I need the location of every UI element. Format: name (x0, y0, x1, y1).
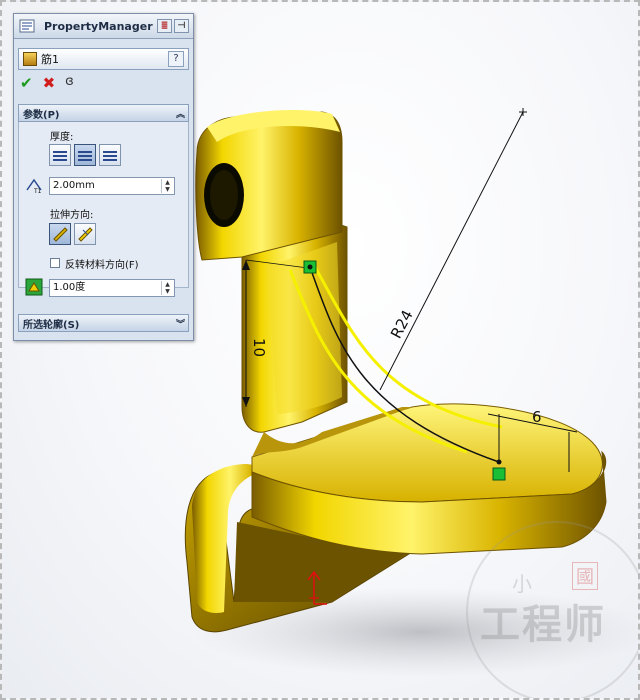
thickness-input[interactable]: 2.00mm ▲ ▼ (49, 177, 175, 195)
endpoint-dot-start (307, 264, 313, 270)
parameters-section-title: 参数(P) (23, 109, 60, 121)
draft-angle-spinner[interactable]: ▲ ▼ (161, 281, 173, 295)
thickness-second-side-button[interactable] (99, 144, 121, 166)
collapse-chevron-icon[interactable]: ︽ (176, 107, 185, 120)
height-dimension[interactable]: 10 (250, 338, 268, 357)
screenshot-frame: R24 10 6 小 國 工程师 PropertyManager ≣ ⊣ 筋1 … (0, 0, 640, 700)
watermark-stamp: 國 (572, 562, 598, 590)
feature-header: 筋1 ? (18, 48, 189, 70)
extrusion-parallel-button[interactable] (49, 223, 71, 245)
thickness-icon: T1 (26, 178, 42, 194)
svg-text:T1: T1 (33, 188, 42, 194)
parameters-section-header[interactable]: 参数(P) ︽ (18, 104, 189, 122)
expand-chevron-icon[interactable]: ︾ (176, 317, 185, 330)
endpoint-dot-end (496, 459, 502, 465)
cancel-x-icon[interactable]: ✖ (43, 74, 56, 92)
radius-dimension[interactable]: R24 (387, 307, 417, 342)
thickness-spinner[interactable]: ▲ ▼ (161, 179, 173, 193)
flip-material-checkbox[interactable] (50, 258, 60, 268)
property-manager-panel: PropertyManager ≣ ⊣ 筋1 ? ✔ ✖ ɞ 参数(P) ︽ 厚… (13, 13, 194, 341)
ok-checkmark-icon[interactable]: ✔ (20, 74, 33, 92)
rib-feature-icon (23, 52, 37, 66)
action-buttons: ✔ ✖ ɞ (20, 74, 74, 92)
normal-to-sketch-icon (78, 227, 93, 242)
detailed-preview-icon[interactable]: ɞ (65, 74, 74, 92)
extrusion-direction-label: 拉伸方向: (50, 210, 94, 221)
sketch-point-end[interactable] (492, 467, 506, 481)
help-button[interactable]: ? (168, 51, 184, 67)
feature-name: 筋1 (41, 53, 59, 66)
radius-leader (379, 111, 524, 391)
thickness-label: 厚度: (50, 132, 74, 143)
selected-contours-section-header[interactable]: 所选轮廓(S) ︾ (18, 314, 189, 332)
thickness-first-side-button[interactable] (49, 144, 71, 166)
draft-icon[interactable] (25, 278, 43, 296)
flip-material-label: 反转材料方向(F) (65, 260, 139, 271)
center-mark (519, 108, 527, 116)
parallel-to-sketch-icon (53, 227, 68, 242)
offset-dimension[interactable]: 6 (532, 408, 542, 426)
pm-options-icon[interactable]: ≣ (157, 19, 172, 33)
pm-title-bar: PropertyManager ≣ ⊣ (14, 14, 193, 39)
extrusion-normal-button[interactable] (74, 223, 96, 245)
pm-title: PropertyManager (44, 19, 153, 33)
draft-angle-input[interactable]: 1.00度 ▲ ▼ (49, 279, 175, 297)
parameters-section-body: 厚度: T1 2.00mm ▲ ▼ 拉伸方向: 反转材料方向(F) 1.00度 … (18, 122, 189, 297)
selected-contours-title: 所选轮廓(S) (23, 319, 80, 331)
thickness-both-sides-button[interactable] (74, 144, 96, 166)
mounting-hole-inner (210, 170, 238, 220)
watermark-text: 工程师 (480, 601, 606, 648)
pin-icon[interactable]: ⊣ (174, 19, 189, 33)
draft-angle-value: 1.00度 (53, 282, 86, 293)
property-manager-icon (19, 19, 35, 33)
pm-title-icons: ≣ ⊣ (157, 19, 189, 33)
thickness-value: 2.00mm (53, 180, 95, 191)
